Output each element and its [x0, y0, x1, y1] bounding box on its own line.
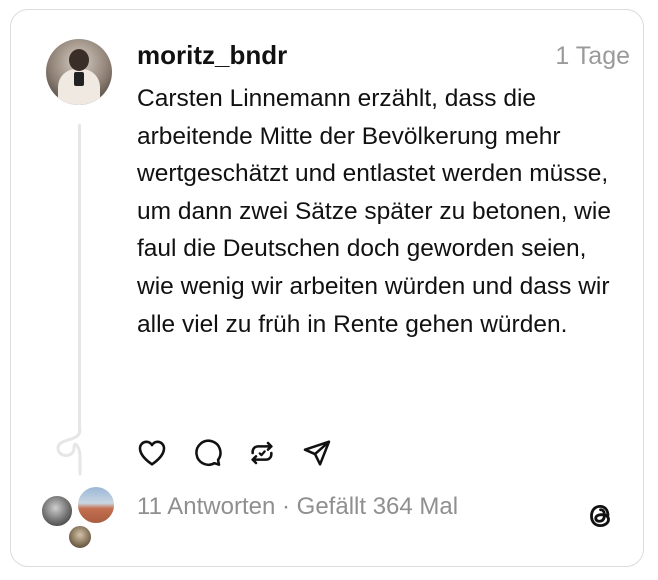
heart-icon: [138, 440, 166, 466]
thread-line: [78, 124, 81, 434]
reply-button[interactable]: [190, 436, 224, 470]
like-button[interactable]: [135, 436, 169, 470]
replier-avatar: [40, 494, 74, 528]
post-stats: 11 Antworten · Gefällt 364 Mal: [137, 493, 458, 521]
thread-loop-icon: [56, 428, 82, 476]
threads-logo-icon[interactable]: [583, 499, 617, 533]
post-time[interactable]: 1 Tage: [555, 42, 630, 71]
likes-count-link[interactable]: Gefällt 364 Mal: [297, 493, 458, 520]
replier-avatar: [76, 485, 116, 525]
replies-count-link[interactable]: 11 Antworten: [137, 493, 275, 520]
post-actions: [135, 436, 334, 470]
replier-avatar: [67, 524, 93, 550]
share-button[interactable]: [300, 436, 334, 470]
repost-icon: [251, 441, 273, 465]
post-text: Carsten Linnemann erzählt, dass die arbe…: [137, 85, 611, 338]
username[interactable]: moritz_bndr: [137, 40, 287, 71]
stats-separator: ·: [275, 493, 297, 520]
share-icon: [303, 440, 331, 466]
comment-icon: [195, 439, 222, 466]
avatar[interactable]: [46, 39, 112, 105]
repost-button[interactable]: [245, 436, 279, 470]
